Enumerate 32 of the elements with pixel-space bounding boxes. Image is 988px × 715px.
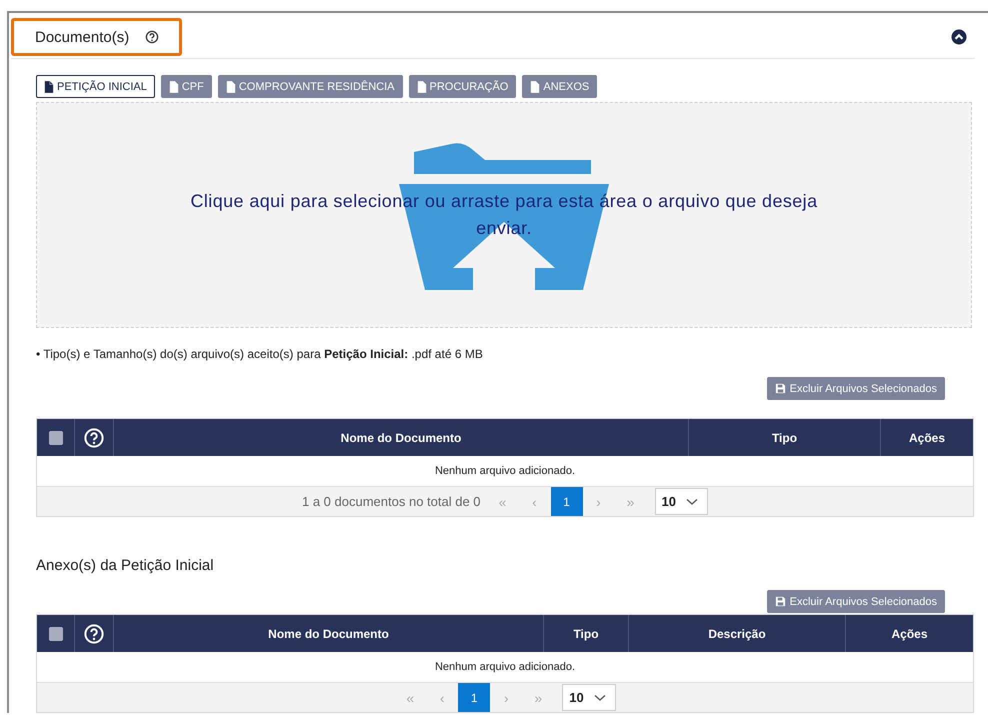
- document-tab[interactable]: PETIÇÃO INICIAL: [36, 75, 155, 98]
- document-tab[interactable]: PROCURAÇÃO: [408, 75, 516, 98]
- page-size-select[interactable]: 10: [654, 488, 708, 515]
- column-header: Tipo: [573, 626, 599, 640]
- pagination-button[interactable]: ‹: [518, 487, 551, 516]
- page-button[interactable]: 1: [550, 487, 583, 516]
- page-button[interactable]: 1: [458, 683, 490, 712]
- pagination-button[interactable]: «: [394, 683, 426, 712]
- pagination-button[interactable]: ‹: [426, 683, 458, 712]
- accepted-files-note: • Tipo(s) e Tamanho(s) do(s) arquivo(s) aceito(s) para Petição Inicial: .pdf até 6 MB: [36, 347, 484, 361]
- empty-message: Nenhum arquivo adicionado.: [434, 661, 576, 673]
- column-header: Ações: [908, 430, 946, 444]
- pagination-button[interactable]: ›: [490, 683, 522, 712]
- pagination-button[interactable]: »: [614, 487, 647, 516]
- pagination-button[interactable]: ›: [582, 487, 615, 516]
- delete-selected-button[interactable]: Excluir Arquivos Selecionados: [766, 377, 945, 400]
- document-tab[interactable]: CPF: [160, 75, 212, 98]
- column-header: Nome do Documento: [340, 430, 462, 444]
- pagination-button[interactable]: «: [486, 487, 519, 516]
- section-title: Documento(s): [35, 28, 130, 46]
- column-header: Nome do Documento: [268, 626, 389, 640]
- column-header: Ações: [891, 626, 928, 640]
- delete-selected-button[interactable]: Excluir Arquivos Selecionados: [766, 590, 945, 613]
- document-tab[interactable]: ANEXOS: [522, 75, 598, 98]
- empty-message: Nenhum arquivo adicionado.: [434, 465, 576, 477]
- document-tab[interactable]: COMPROVANTE RESIDÊNCIA: [218, 75, 403, 98]
- page-size-select[interactable]: 10: [562, 684, 616, 711]
- column-header: Tipo: [772, 430, 798, 444]
- column-header: Descrição: [708, 626, 766, 640]
- table-title: Anexo(s) da Petição Inicial: [36, 557, 215, 574]
- pagination-button[interactable]: »: [522, 683, 554, 712]
- pagination-summary: 1 a 0 documentos no total de 0: [302, 494, 481, 509]
